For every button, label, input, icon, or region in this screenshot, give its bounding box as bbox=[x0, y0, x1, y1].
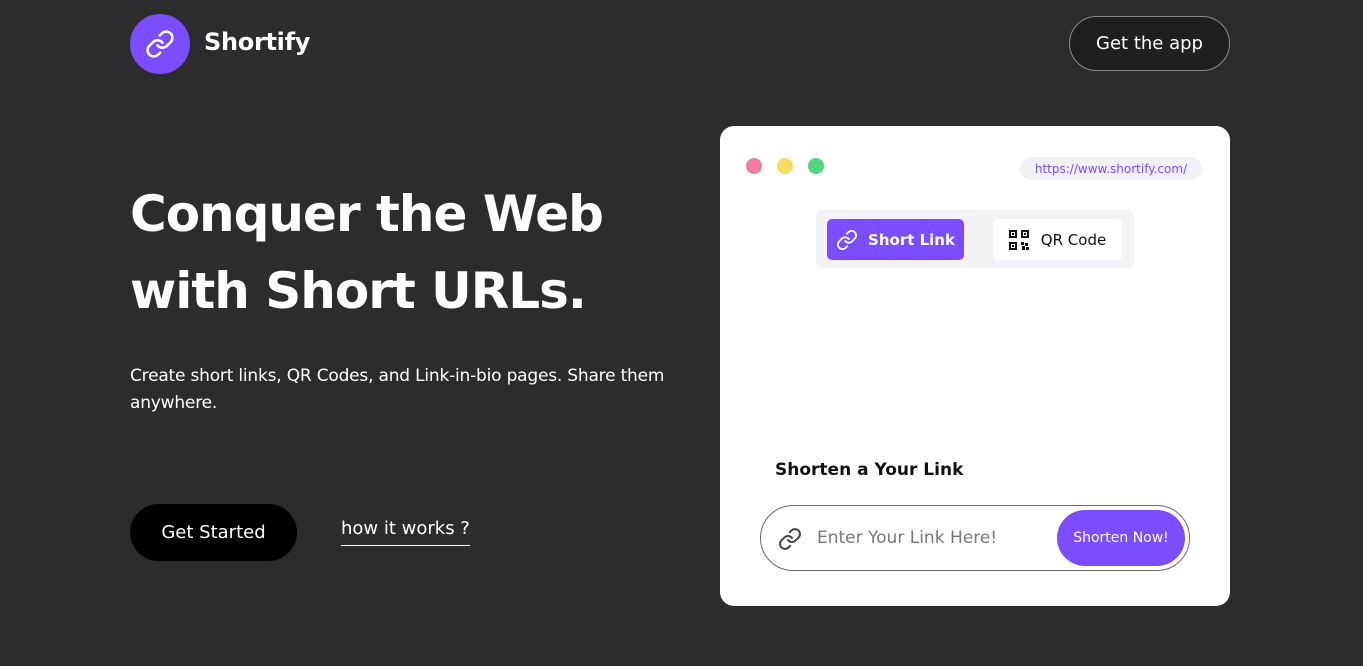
tab-short-link[interactable]: Short Link bbox=[827, 219, 964, 260]
shorten-now-button[interactable]: Shorten Now! bbox=[1057, 510, 1185, 566]
get-started-button[interactable]: Get Started bbox=[130, 504, 297, 561]
hero-title-line1: Conquer the Web bbox=[130, 185, 604, 243]
qr-code-icon bbox=[1008, 229, 1029, 250]
tab-qr-code-label: QR Code bbox=[1040, 230, 1107, 249]
link-icon bbox=[779, 528, 801, 550]
link-icon bbox=[837, 229, 858, 250]
hero-description: Create short links, QR Codes, and Link-i… bbox=[130, 366, 665, 413]
how-it-works-link[interactable]: how it works ? bbox=[341, 518, 470, 546]
logo[interactable] bbox=[130, 14, 190, 74]
url-bar: https://www.shortify.com/ bbox=[1020, 157, 1202, 180]
tab-short-link-label: Short Link bbox=[868, 230, 955, 249]
get-app-button[interactable]: Get the app bbox=[1069, 16, 1230, 71]
shorten-heading: Shorten a Your Link bbox=[775, 460, 964, 480]
window-dot-green bbox=[808, 158, 824, 174]
link-icon bbox=[146, 30, 174, 58]
link-input[interactable] bbox=[817, 522, 1047, 554]
tab-qr-code[interactable]: QR Code bbox=[993, 219, 1122, 260]
link-input-group: Shorten Now! bbox=[760, 505, 1190, 571]
landing-page: Shortify Get the app Conquer the Web wit… bbox=[0, 0, 1363, 666]
window-dot-red bbox=[746, 158, 762, 174]
hero-title-line2: with Short URLs. bbox=[130, 262, 587, 320]
window-dot-yellow bbox=[777, 158, 793, 174]
mode-tabs: Short Link QR Code bbox=[816, 210, 1134, 268]
hero-title: Conquer the Web with Short URLs. bbox=[130, 176, 690, 330]
brand-name[interactable]: Shortify bbox=[204, 28, 310, 56]
shortener-card: https://www.shortify.com/ Short Link QR … bbox=[720, 126, 1230, 606]
